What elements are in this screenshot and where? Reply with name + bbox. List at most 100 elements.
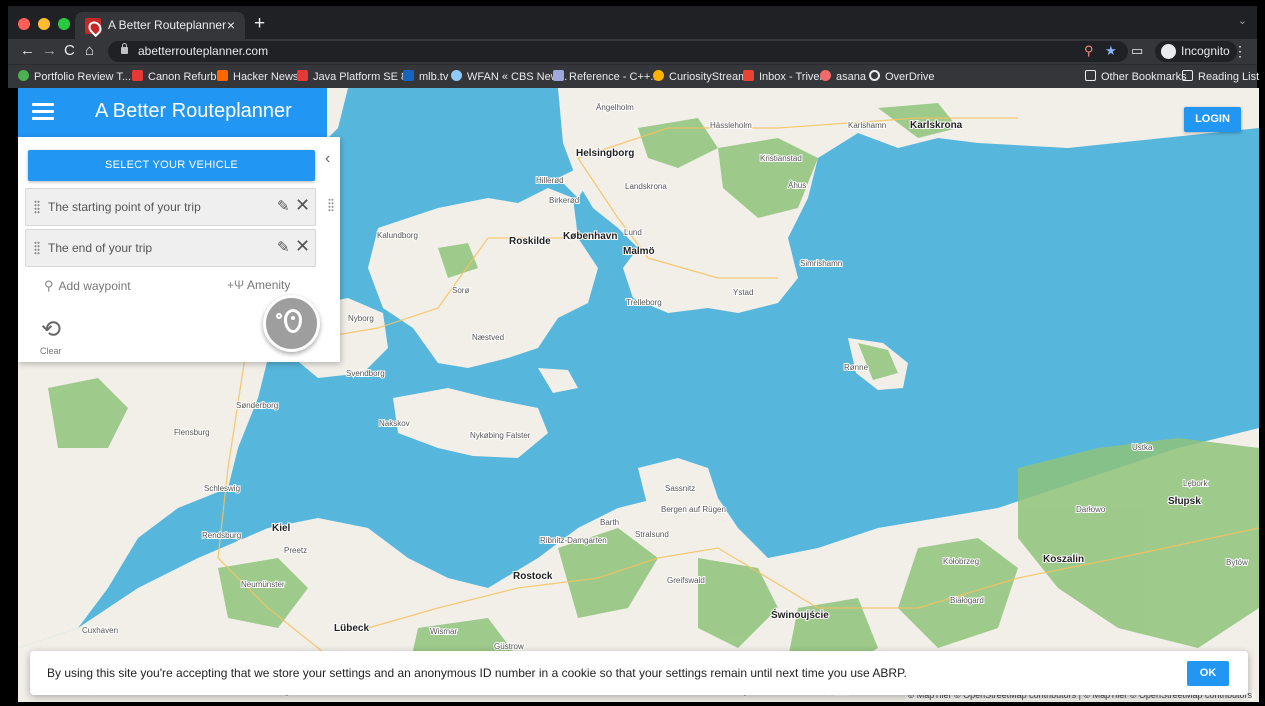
map-city-label: Neumünster bbox=[241, 580, 285, 589]
bookmark-item[interactable]: OverDrive bbox=[869, 65, 935, 89]
other-bookmarks[interactable]: Other Bookmarks bbox=[1085, 65, 1187, 89]
amenity-button[interactable]: +Ψ Amenity bbox=[227, 278, 290, 292]
close-window-button[interactable] bbox=[18, 18, 30, 30]
bookmark-item[interactable]: CuriosityStream bbox=[653, 65, 747, 89]
bookmark-favicon-icon bbox=[553, 70, 564, 81]
map-city-label: Cuxhaven bbox=[82, 626, 118, 635]
map-city-label: Karlskrona bbox=[910, 120, 963, 131]
clear-reset-icon[interactable]: ⟲ bbox=[38, 317, 64, 343]
map-city-label: Næstved bbox=[472, 333, 504, 342]
map-city-label: Trelleborg bbox=[626, 298, 662, 307]
map-city-label: Rostock bbox=[513, 571, 553, 582]
app-header: A Better Routeplanner bbox=[18, 88, 327, 137]
close-icon[interactable]: ✕ bbox=[295, 236, 310, 257]
bookmark-item[interactable]: Portfolio Review T... bbox=[18, 65, 131, 89]
map-city-label: Landskrona bbox=[625, 182, 667, 191]
drag-handle-icon[interactable] bbox=[34, 200, 40, 214]
bookmark-item[interactable]: Hacker News bbox=[217, 65, 298, 89]
pencil-icon[interactable]: ✎ bbox=[277, 238, 290, 256]
bookmark-favicon-icon bbox=[403, 70, 414, 81]
map-city-label: Ribnitz-Damgarten bbox=[540, 536, 607, 545]
map-city-label: Koszalin bbox=[1043, 554, 1084, 565]
map-city-label: Białogard bbox=[950, 596, 984, 605]
maximize-window-button[interactable] bbox=[58, 18, 70, 30]
start-point-placeholder: The starting point of your trip bbox=[48, 200, 201, 214]
reading-list[interactable]: Reading List bbox=[1182, 65, 1259, 89]
address-bar[interactable]: abetterrouteplanner.com bbox=[108, 41, 1128, 62]
bookmark-item[interactable]: Reference - C++... bbox=[553, 65, 660, 89]
bookmark-favicon-icon bbox=[451, 70, 462, 81]
tab-title: A Better Routeplanner bbox=[108, 18, 227, 32]
tab-close-button[interactable]: × bbox=[227, 12, 235, 39]
minimize-window-button[interactable] bbox=[38, 18, 50, 30]
map-city-label: Rendsburg bbox=[202, 531, 241, 540]
start-point-field[interactable]: The starting point of your trip ✎ ✕ bbox=[25, 188, 316, 226]
reading-list-icon bbox=[1182, 70, 1193, 81]
home-icon[interactable]: ⌂ bbox=[85, 41, 94, 61]
map-city-label: Bytów bbox=[1226, 558, 1248, 567]
plan-route-fab[interactable] bbox=[263, 295, 320, 352]
tab-search-chevron-icon[interactable]: ⌄ bbox=[1238, 14, 1247, 27]
chevron-left-icon[interactable]: ‹ bbox=[325, 150, 330, 168]
map-city-label: Rønne bbox=[844, 363, 869, 372]
menu-kebab-icon[interactable]: ⋮ bbox=[1233, 41, 1247, 61]
bookmark-item[interactable]: WFAN « CBS New... bbox=[451, 65, 567, 89]
map-city-label: Malmö bbox=[623, 246, 655, 257]
forward-icon[interactable]: → bbox=[42, 41, 57, 61]
map-city-label: Nyborg bbox=[348, 314, 374, 323]
add-waypoint-button[interactable]: ⚲ Add waypoint bbox=[44, 278, 131, 294]
map-city-label: Ystad bbox=[733, 288, 753, 297]
bookmark-favicon-icon bbox=[743, 70, 754, 81]
pencil-icon[interactable]: ✎ bbox=[277, 197, 290, 215]
reload-icon[interactable]: C bbox=[64, 41, 75, 61]
map-city-label: Güstrow bbox=[494, 642, 524, 651]
extension-icon[interactable]: ⚲ bbox=[1084, 41, 1094, 61]
browser-toolbar: ← → C ⌂ abetterrouteplanner.com ⚲ ★ ▭ In… bbox=[8, 39, 1257, 64]
map-city-label: Sorø bbox=[452, 286, 469, 295]
bookmark-item[interactable]: Inbox - Triveni bbox=[743, 65, 828, 89]
close-icon[interactable]: ✕ bbox=[295, 195, 310, 216]
route-start-icon bbox=[276, 313, 282, 319]
bookmark-item[interactable]: mlb.tv bbox=[403, 65, 448, 89]
map-city-label: Barth bbox=[600, 518, 619, 527]
add-location-icon: ⚲ bbox=[44, 278, 54, 293]
map-city-label: Åhus bbox=[788, 181, 806, 190]
bookmark-item[interactable]: Canon Refurbs bbox=[132, 65, 222, 89]
drag-handle-icon[interactable] bbox=[34, 241, 40, 255]
map-city-label: Kristianstad bbox=[760, 154, 802, 163]
map-city-label: Lębork bbox=[1183, 479, 1208, 488]
bookmark-item[interactable]: asana bbox=[820, 65, 866, 89]
map-city-label: Wismar bbox=[430, 627, 457, 636]
bookmark-item[interactable]: Java Platform SE 8 bbox=[297, 65, 407, 89]
browser-chrome: A Better Routeplanner × + ⌄ ← → C ⌂ abet… bbox=[8, 6, 1259, 89]
clear-label: Clear bbox=[40, 346, 62, 356]
incognito-badge[interactable]: Incognito bbox=[1155, 41, 1237, 62]
cast-icon[interactable]: ▭ bbox=[1131, 41, 1143, 61]
end-point-placeholder: The end of your trip bbox=[48, 241, 153, 255]
map-city-label: Hillerød bbox=[536, 176, 564, 185]
map-city-label: Helsingborg bbox=[576, 148, 634, 159]
star-icon[interactable]: ★ bbox=[1105, 41, 1117, 61]
bookmark-favicon-icon bbox=[820, 70, 831, 81]
add-waypoint-label: Add waypoint bbox=[58, 279, 131, 293]
panel-drag-handle-icon[interactable] bbox=[328, 198, 334, 212]
cookie-ok-button[interactable]: OK bbox=[1187, 661, 1229, 686]
map-city-label: Svendborg bbox=[346, 369, 385, 378]
new-tab-button[interactable]: + bbox=[254, 12, 265, 36]
back-icon[interactable]: ← bbox=[20, 41, 35, 61]
bookmarks-bar: Portfolio Review T... Canon Refurbs Hack… bbox=[8, 64, 1259, 89]
map-city-label: Lübeck bbox=[334, 623, 369, 634]
map-city-label: Flensburg bbox=[174, 428, 210, 437]
select-vehicle-button[interactable]: SELECT YOUR VEHICLE bbox=[28, 150, 315, 181]
browser-tab[interactable]: A Better Routeplanner × bbox=[75, 12, 245, 39]
map-city-label: Świnoujście bbox=[771, 608, 829, 621]
cookie-banner: By using this site you're accepting that… bbox=[30, 651, 1248, 695]
page-content: Ängelholm Hässleholm Karlshamn Karlskrona He… bbox=[18, 88, 1259, 702]
hamburger-menu-icon[interactable] bbox=[32, 103, 54, 121]
login-button[interactable]: LOGIN bbox=[1184, 107, 1241, 132]
restaurant-icon: +Ψ bbox=[227, 278, 245, 292]
end-point-field[interactable]: The end of your trip ✎ ✕ bbox=[25, 229, 316, 267]
bookmark-favicon-icon bbox=[653, 70, 664, 81]
map-city-label: Preetz bbox=[284, 546, 307, 555]
cookie-message: By using this site you're accepting that… bbox=[47, 666, 907, 680]
